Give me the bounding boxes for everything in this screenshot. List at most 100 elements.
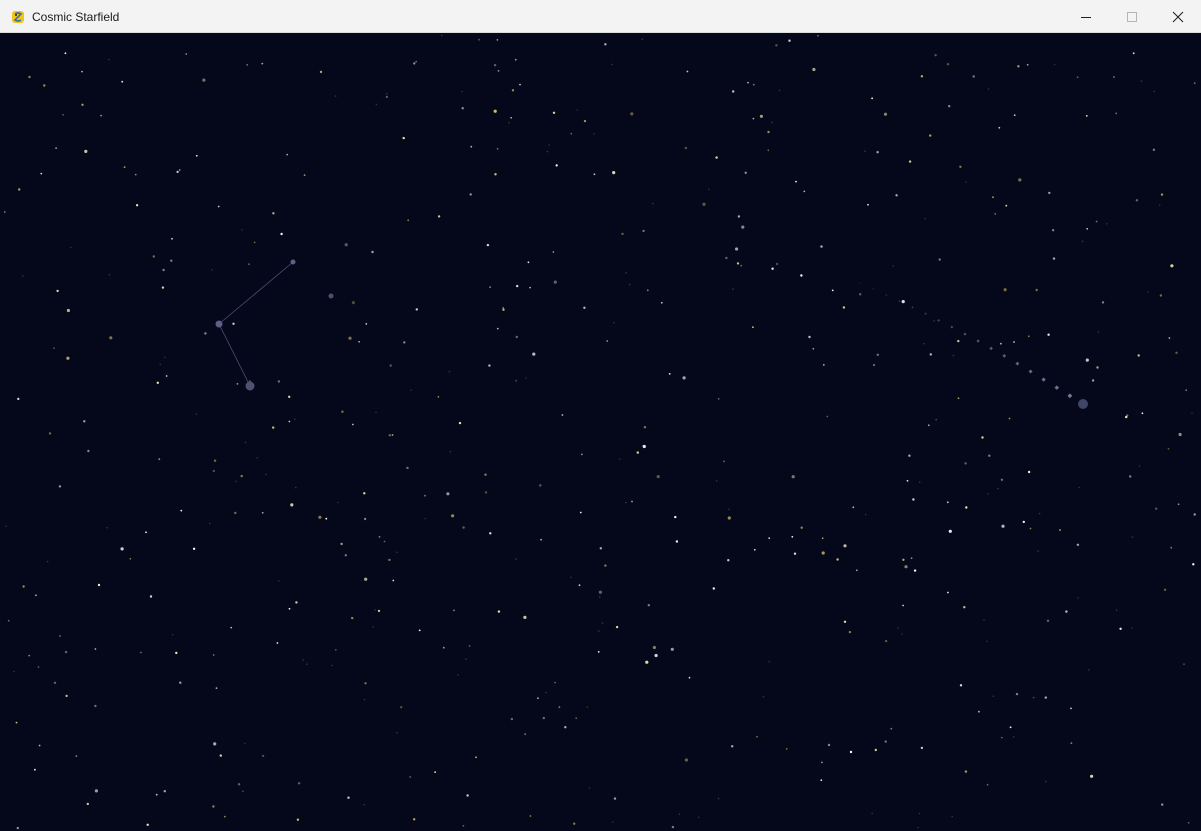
star-dim	[570, 576, 572, 579]
star	[647, 604, 650, 607]
star	[1193, 82, 1196, 85]
star	[351, 616, 354, 620]
star	[1070, 707, 1072, 710]
star	[978, 710, 980, 713]
star	[388, 434, 391, 437]
star	[702, 202, 706, 206]
star	[756, 735, 758, 738]
star-dim	[612, 821, 614, 823]
star	[56, 289, 59, 293]
star	[684, 758, 689, 762]
star-dim	[715, 480, 718, 482]
star-dim	[465, 658, 467, 660]
star	[593, 173, 596, 176]
star	[561, 414, 564, 416]
close-icon	[1172, 11, 1184, 23]
star	[636, 451, 639, 454]
star	[3, 211, 6, 213]
star	[524, 733, 527, 735]
star	[959, 684, 963, 687]
star	[1163, 588, 1167, 591]
minimize-button[interactable]	[1063, 0, 1109, 33]
star-dim	[628, 283, 631, 286]
star	[752, 326, 754, 329]
star	[935, 418, 938, 421]
star-dim	[593, 133, 595, 135]
star	[484, 473, 487, 476]
star	[363, 492, 366, 495]
game-canvas[interactable]	[2, 33, 1201, 831]
star	[515, 335, 518, 339]
maximize-button[interactable]	[1109, 0, 1155, 33]
star	[1026, 63, 1029, 66]
star	[775, 262, 779, 266]
star-dim	[771, 121, 773, 124]
star	[496, 39, 499, 41]
star	[18, 188, 21, 191]
star	[261, 754, 265, 758]
star	[280, 232, 283, 236]
star	[723, 460, 725, 463]
star-dim	[164, 356, 166, 359]
star	[902, 604, 904, 607]
star	[532, 352, 536, 356]
star	[475, 756, 477, 759]
star	[462, 825, 465, 827]
close-button[interactable]	[1155, 0, 1201, 33]
star	[415, 60, 418, 63]
star	[146, 823, 149, 826]
star	[493, 109, 497, 113]
star	[957, 397, 960, 400]
star	[800, 526, 803, 529]
star	[149, 595, 153, 598]
star	[385, 95, 389, 99]
star-dim	[306, 663, 308, 665]
star	[219, 754, 222, 757]
star	[552, 251, 555, 253]
star-dim	[618, 458, 621, 460]
star	[415, 308, 418, 311]
star-dim	[951, 815, 953, 818]
star	[413, 818, 416, 821]
star	[418, 629, 421, 632]
comet-trail-dot	[963, 332, 967, 336]
star	[276, 642, 279, 644]
star	[630, 112, 634, 116]
star	[158, 458, 161, 460]
star	[202, 78, 206, 82]
title-bar[interactable]: Cosmic Starfield	[0, 0, 1201, 33]
star	[827, 743, 831, 747]
star	[446, 492, 450, 496]
star-dim	[159, 363, 161, 366]
star	[407, 219, 410, 222]
star	[204, 332, 207, 335]
star-dim	[337, 501, 339, 504]
star	[38, 744, 41, 747]
star	[992, 196, 994, 199]
star	[364, 577, 368, 581]
star	[84, 149, 88, 153]
star	[135, 204, 139, 207]
star	[675, 540, 679, 543]
star	[1183, 663, 1185, 666]
star	[277, 380, 281, 383]
comet-trail-dot	[1041, 377, 1046, 382]
comet-trail-dot	[950, 325, 954, 329]
star-dim	[576, 109, 579, 111]
star	[553, 280, 557, 284]
star-dim	[457, 674, 459, 676]
star	[195, 154, 198, 157]
star	[1013, 341, 1015, 343]
star	[392, 579, 395, 582]
minimize-icon	[1080, 11, 1092, 23]
star	[371, 250, 374, 254]
star-dim	[448, 370, 451, 373]
star	[554, 681, 556, 684]
star	[986, 783, 989, 786]
star	[1085, 115, 1088, 117]
star	[34, 768, 36, 771]
comet-trail-dot	[898, 300, 901, 303]
star	[812, 347, 815, 350]
star-dim	[1053, 63, 1056, 66]
constellation-star	[215, 320, 223, 328]
